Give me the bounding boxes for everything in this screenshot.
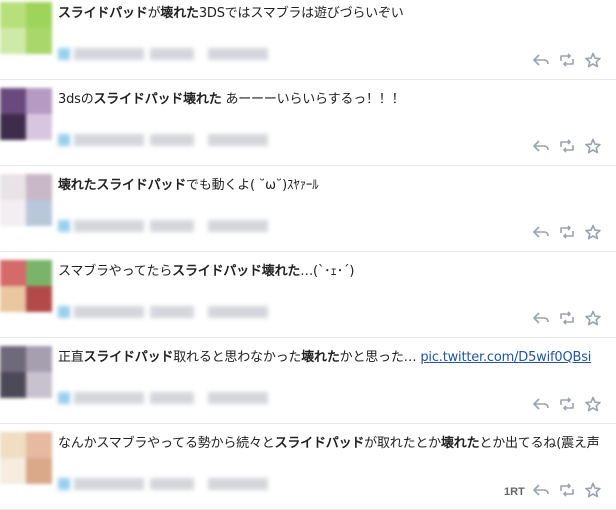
text-segment: スマブラやってたら <box>58 264 173 279</box>
avatar[interactable] <box>0 174 52 226</box>
favorite-icon[interactable] <box>584 482 602 498</box>
highlight-keyword: 壊れた <box>261 264 301 279</box>
favorite-icon[interactable] <box>584 396 602 412</box>
retweet-icon[interactable] <box>558 224 576 240</box>
tweet-row: スマブラやってたらスライドパッド壊れた…(`･ｪ･´) <box>0 252 616 338</box>
tweet-actions <box>532 482 608 498</box>
highlight-keyword: 壊れた <box>183 92 222 107</box>
tweet-meta-blurred <box>58 478 358 490</box>
text-segment: なんかスマブラやってる勢から続々と <box>58 436 275 451</box>
retweet-icon[interactable] <box>558 482 576 498</box>
tweet-link[interactable]: pic.twitter.com/D5wif0QBsi <box>420 350 591 365</box>
reply-icon[interactable] <box>532 482 550 498</box>
highlight-keyword: スライドパッド <box>172 264 262 279</box>
tweet-row: 壊れたスライドパッドでも動くよ( ˘ω˘)ｽﾔｧｰﾙ <box>0 166 616 252</box>
highlight-keyword: 壊れた <box>301 350 340 365</box>
highlight-keyword: スライドパッド <box>93 92 184 107</box>
avatar[interactable] <box>0 2 52 54</box>
retweet-icon[interactable] <box>558 396 576 412</box>
reply-icon[interactable] <box>532 138 550 154</box>
highlight-keyword: スライドパッド <box>83 350 174 365</box>
tweet-meta-blurred <box>58 220 358 232</box>
tweet-meta-blurred <box>58 134 358 146</box>
text-segment: が取れたとか <box>364 436 441 451</box>
tweet-text: なんかスマブラやってる勢から続々とスライドパッドが取れたとか壊れたとか出てるね(… <box>58 436 600 452</box>
tweet-row: なんかスマブラやってる勢から続々とスライドパッドが取れたとか壊れたとか出てるね(… <box>0 424 616 510</box>
text-segment: 3dsの <box>58 92 94 107</box>
favorite-icon[interactable] <box>584 138 602 154</box>
avatar[interactable] <box>0 346 52 398</box>
text-segment: 3DSではスマブラは遊びづらいぞい <box>198 6 404 21</box>
tweet-actions <box>532 138 608 154</box>
text-segment: 取れると思わなかった <box>173 350 302 365</box>
text-segment: とか出てるね(震え声 <box>479 436 600 451</box>
tweet-text: スライドパッドが壊れた3DSではスマブラは遊びづらいぞい <box>58 6 404 22</box>
tweet-meta-blurred <box>58 48 358 60</box>
text-segment: が <box>147 6 161 21</box>
tweet-actions <box>532 396 608 412</box>
tweet-text: 壊れたスライドパッドでも動くよ( ˘ω˘)ｽﾔｧｰﾙ <box>58 178 319 194</box>
tweet-actions <box>532 224 608 240</box>
highlight-keyword: スライドパッド <box>96 178 187 193</box>
tweet-row: スライドパッドが壊れた3DSではスマブラは遊びづらいぞい <box>0 0 616 80</box>
retweet-icon[interactable] <box>558 310 576 326</box>
tweet-row: 正直スライドパッド取れると思わなかった壊れたかと思った… pic.twitter… <box>0 338 616 424</box>
tweet-actions <box>532 52 608 68</box>
highlight-keyword: 壊れた <box>440 436 480 451</box>
tweet-meta-blurred <box>58 306 358 318</box>
reply-icon[interactable] <box>532 52 550 68</box>
tweet-row: 3dsのスライドパッド壊れた あーーーいらいらするっ！！！ <box>0 80 616 166</box>
highlight-keyword: 壊れた <box>160 6 199 21</box>
highlight-keyword: 壊れた <box>58 178 97 193</box>
reply-icon[interactable] <box>532 224 550 240</box>
favorite-icon[interactable] <box>584 52 602 68</box>
favorite-icon[interactable] <box>584 310 602 326</box>
tweet-actions <box>532 310 608 326</box>
tweet-meta-blurred <box>58 392 358 404</box>
highlight-keyword: スライドパッド <box>274 436 365 451</box>
text-segment: 正直 <box>58 350 84 365</box>
text-segment: あーーーいらいらするっ！！！ <box>221 92 405 107</box>
avatar[interactable] <box>0 88 52 140</box>
tweet-text: 3dsのスライドパッド壊れた あーーーいらいらするっ！！！ <box>58 92 405 108</box>
highlight-keyword: スライドパッド <box>58 6 148 21</box>
avatar[interactable] <box>0 260 52 312</box>
text-segment: かと思った… <box>339 350 421 365</box>
text-segment: …(`･ｪ･´) <box>300 264 355 279</box>
retweet-count: 1RT <box>504 486 525 498</box>
tweet-text: 正直スライドパッド取れると思わなかった壊れたかと思った… pic.twitter… <box>58 350 591 366</box>
retweet-icon[interactable] <box>558 138 576 154</box>
retweet-icon[interactable] <box>558 52 576 68</box>
tweet-text: スマブラやってたらスライドパッド壊れた…(`･ｪ･´) <box>58 264 354 280</box>
text-segment: でも動くよ( ˘ω˘)ｽﾔｧｰﾙ <box>186 178 319 193</box>
tweet-feed: スライドパッドが壊れた3DSではスマブラは遊びづらいぞい 3dsのスライドパッド壊… <box>0 0 616 510</box>
avatar[interactable] <box>0 432 52 484</box>
reply-icon[interactable] <box>532 310 550 326</box>
reply-icon[interactable] <box>532 396 550 412</box>
favorite-icon[interactable] <box>584 224 602 240</box>
